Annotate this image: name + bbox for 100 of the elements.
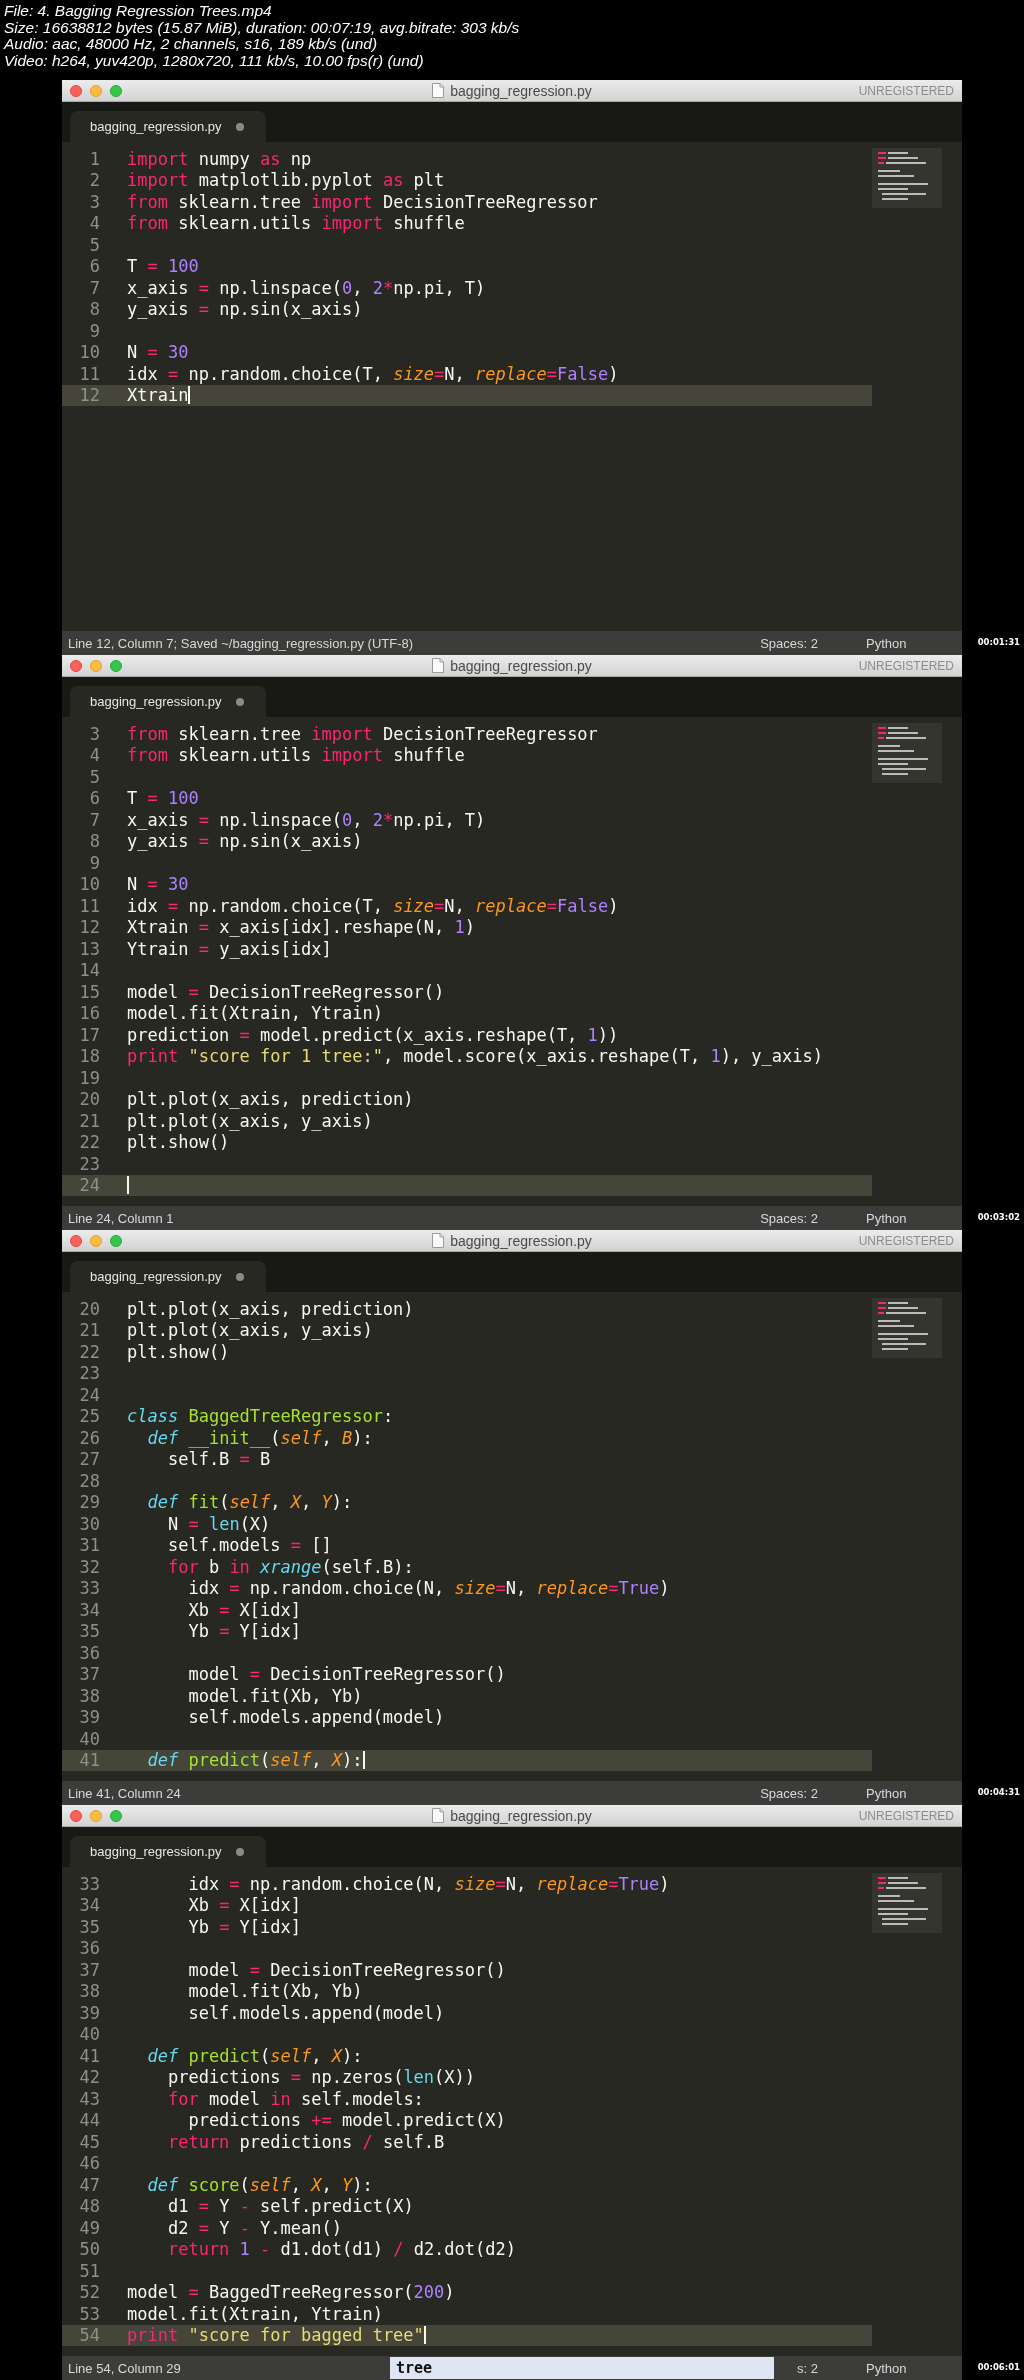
license-label: UNREGISTERED <box>858 1233 954 1248</box>
close-button[interactable] <box>70 1234 82 1247</box>
code-line: def score(self, X, Y): <box>146 2174 374 2196</box>
line-number: 29 <box>78 1491 101 1513</box>
line-number: 13 <box>78 938 101 960</box>
code-line: plt.plot(x_axis, y_axis) <box>127 1319 374 1341</box>
code-line: self.models.append(model) <box>187 1706 446 1728</box>
code-line: N = len(X) <box>166 1513 272 1535</box>
line-number: 50 <box>78 2238 101 2260</box>
line-number: 33 <box>78 1577 101 1599</box>
line-number: 42 <box>78 2066 101 2088</box>
timestamp: 00:01:31 <box>977 637 1020 647</box>
close-button[interactable] <box>70 1809 82 1822</box>
line-number: 1 <box>88 148 101 170</box>
line-number: 39 <box>78 2002 101 2024</box>
code-line: Yb = Y[idx] <box>187 1916 303 1938</box>
indentation-setting[interactable]: Spaces: 2 <box>760 1210 818 1226</box>
line-number: 31 <box>78 1534 101 1556</box>
code-line: idx = np.random.choice(N, size=N, replace=True) <box>187 1873 671 1895</box>
line-number: 4 <box>88 212 101 234</box>
code-line: Xb = X[idx] <box>187 1894 303 1916</box>
zoom-button[interactable] <box>110 1234 122 1247</box>
minimap-drawing <box>872 1873 942 1933</box>
window-title: bagging_regression.py <box>450 657 592 674</box>
line-number: 37 <box>78 1959 101 1981</box>
tab-label: bagging_regression.py <box>90 1844 222 1859</box>
minimap-drawing <box>872 1298 942 1358</box>
line-number: 11 <box>78 895 101 917</box>
line-number: 18 <box>78 1045 101 1067</box>
code-line: return 1 - d1.dot(d1) / d2.dot(d2) <box>166 2238 517 2260</box>
code-line: y_axis = np.sin(x_axis) <box>127 830 364 852</box>
file-icon <box>432 83 445 98</box>
minimap-drawing <box>872 723 942 783</box>
line-number: 5 <box>88 234 101 256</box>
code-line: import numpy as np <box>127 148 313 170</box>
indentation-setting[interactable]: Spaces: 2 <box>760 635 818 651</box>
line-number: 47 <box>78 2174 101 2196</box>
line-number: 20 <box>78 1298 101 1320</box>
line-number: 36 <box>78 1937 101 1959</box>
line-number: 51 <box>78 2260 101 2282</box>
code-line: def predict(self, X): <box>146 2045 364 2067</box>
line-number: 34 <box>78 1894 101 1916</box>
syntax-setting[interactable]: Python <box>866 1210 946 1226</box>
syntax-setting[interactable]: Python <box>866 2360 946 2376</box>
code-line: prediction = model.predict(x_axis.reshape(T, 1)) <box>127 1024 620 1046</box>
cursor-position: Line 24, Column 1 <box>68 1210 174 1226</box>
code-line: self.B = B <box>166 1448 272 1470</box>
indentation-setting[interactable]: Spaces: 2 <box>760 1785 818 1801</box>
line-number: 35 <box>78 1620 101 1642</box>
indentation-setting[interactable]: s: 2 <box>797 2360 818 2376</box>
code-line: plt.plot(x_axis, prediction) <box>127 1298 415 1320</box>
file-tab[interactable]: bagging_regression.py <box>70 1836 266 1867</box>
syntax-setting[interactable]: Python <box>866 1785 946 1801</box>
line-number: 23 <box>78 1362 101 1384</box>
minimize-button[interactable] <box>90 1234 102 1247</box>
license-label: UNREGISTERED <box>858 83 954 98</box>
line-number: 49 <box>78 2217 101 2239</box>
code-line: from sklearn.utils import shuffle <box>127 744 466 766</box>
code-line: return predictions / self.B <box>166 2131 446 2153</box>
line-number: 32 <box>78 1556 101 1578</box>
file-tab[interactable]: bagging_regression.py <box>70 1261 266 1292</box>
line-number: 38 <box>78 1685 101 1707</box>
autocomplete-item[interactable]: tree <box>390 2357 774 2379</box>
file-tab[interactable]: bagging_regression.py <box>70 686 266 717</box>
line-number: 52 <box>78 2281 101 2303</box>
syntax-setting[interactable]: Python <box>866 635 946 651</box>
code-line: def fit(self, X, Y): <box>146 1491 354 1513</box>
line-number: 6 <box>88 255 101 277</box>
line-number: 8 <box>88 830 101 852</box>
line-number: 45 <box>78 2131 101 2153</box>
code-line: print "score for 1 tree:", model.score(x_axis.reshape(T, 1), y_axis) <box>127 1045 824 1067</box>
code-line: self.models.append(model) <box>187 2002 446 2024</box>
code-line: Xtrain = x_axis[idx].reshape(N, 1) <box>127 916 477 938</box>
file-tab[interactable]: bagging_regression.py <box>70 111 266 142</box>
code-line: x_axis = np.linspace(0, 2*np.pi, T) <box>127 277 487 299</box>
minimize-button[interactable] <box>90 659 102 672</box>
close-button[interactable] <box>70 659 82 672</box>
close-button[interactable] <box>70 84 82 97</box>
line-number: 40 <box>78 1728 101 1750</box>
line-number: 11 <box>78 363 101 385</box>
tab-label: bagging_regression.py <box>90 119 222 134</box>
zoom-button[interactable] <box>110 1809 122 1822</box>
line-number: 15 <box>78 981 101 1003</box>
line-number: 7 <box>88 809 101 831</box>
line-number: 43 <box>78 2088 101 2110</box>
zoom-button[interactable] <box>110 659 122 672</box>
line-number: 26 <box>78 1427 101 1449</box>
code-line: import matplotlib.pyplot as plt <box>127 169 446 191</box>
code-line: T = 100 <box>127 787 200 809</box>
code-line: from sklearn.utils import shuffle <box>127 212 466 234</box>
minimize-button[interactable] <box>90 84 102 97</box>
minimize-button[interactable] <box>90 1809 102 1822</box>
code-line: model = DecisionTreeRegressor() <box>127 981 446 1003</box>
window-title: bagging_regression.py <box>450 1232 592 1249</box>
code-line: y_axis = np.sin(x_axis) <box>127 298 364 320</box>
line-number: 3 <box>88 723 101 745</box>
line-number: 20 <box>78 1088 101 1110</box>
code-line: model.fit(Xtrain, Ytrain) <box>127 2303 384 2325</box>
line-number: 22 <box>78 1131 101 1153</box>
zoom-button[interactable] <box>110 84 122 97</box>
